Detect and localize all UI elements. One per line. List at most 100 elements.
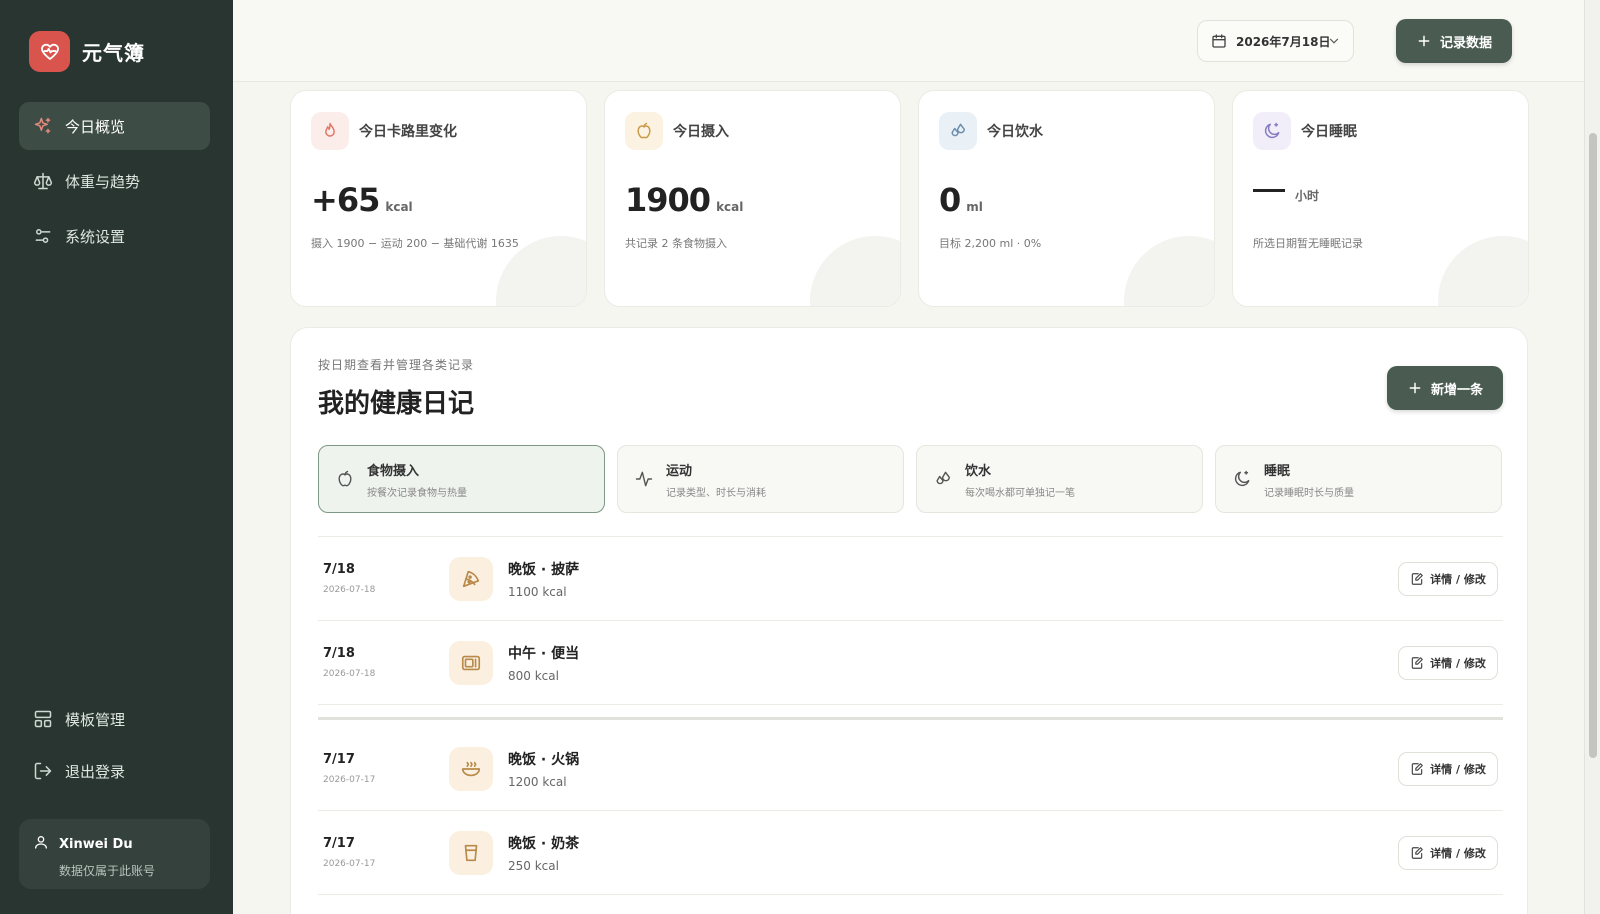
edit-label: 详情 / 修改 bbox=[1430, 657, 1486, 670]
record-data-button[interactable]: 记录数据 bbox=[1396, 19, 1512, 63]
scrollbar-thumb[interactable] bbox=[1589, 133, 1597, 758]
card-decoration bbox=[1124, 236, 1214, 306]
stat-unit: ml bbox=[966, 200, 983, 214]
stat-value: 0 bbox=[939, 181, 961, 219]
nav-item-templates[interactable]: 模板管理 bbox=[19, 695, 210, 743]
edit-entry-button[interactable]: 详情 / 修改 bbox=[1398, 752, 1498, 786]
panel-title: 我的健康日记 bbox=[318, 389, 475, 419]
bento-icon bbox=[449, 641, 493, 685]
entry-kcal: 800 kcal bbox=[508, 669, 559, 683]
user-name: Xinwei Du bbox=[59, 836, 133, 852]
sliders-icon bbox=[33, 226, 53, 246]
nav-item-weight[interactable]: 体重与趋势 bbox=[19, 157, 210, 205]
tab-description: 按餐次记录食物与热量 bbox=[367, 487, 467, 499]
secondary-nav: 模板管理 退出登录 bbox=[19, 695, 210, 799]
table-row: 7/17 2026-07-17 晚饭 · 火锅 1200 kcal 详情 / 修… bbox=[318, 727, 1503, 811]
droplets-icon bbox=[933, 469, 955, 489]
add-entry-label: 新增一条 bbox=[1430, 382, 1483, 398]
edit-label: 详情 / 修改 bbox=[1430, 847, 1486, 860]
brand-name: 元气簿 bbox=[82, 41, 145, 65]
edit-entry-button[interactable]: 详情 / 修改 bbox=[1398, 562, 1498, 596]
edit-icon bbox=[1410, 572, 1424, 586]
main-nav: 今日概览 体重与趋势 系统设置 bbox=[19, 102, 210, 267]
nav-label: 系统设置 bbox=[65, 227, 126, 246]
entry-full-date: 2026-07-17 bbox=[323, 775, 376, 785]
edit-icon bbox=[1410, 762, 1424, 776]
entry-title: 中午 · 便当 bbox=[508, 646, 580, 662]
entry-kcal: 250 kcal bbox=[508, 859, 559, 873]
nav-label: 体重与趋势 bbox=[65, 172, 141, 191]
tab-name: 睡眠 bbox=[1264, 463, 1291, 479]
day-separator bbox=[318, 717, 1503, 720]
card-decoration bbox=[810, 236, 900, 306]
entry-date: 7/18 bbox=[323, 562, 355, 577]
panel-subtitle: 按日期查看并管理各类记录 bbox=[318, 358, 475, 372]
user-note: 数据仅属于此账号 bbox=[59, 864, 156, 878]
health-diary-panel: 按日期查看并管理各类记录 我的健康日记 新增一条 食物摄入 按餐次记录食物与热量… bbox=[290, 327, 1528, 914]
brand[interactable]: 元气簿 bbox=[29, 31, 145, 72]
nav-item-logout[interactable]: 退出登录 bbox=[19, 747, 210, 795]
stat-subtitle: 所选日期暂无睡眠记录 bbox=[1253, 237, 1363, 250]
scrollbar[interactable] bbox=[1584, 0, 1600, 914]
edit-entry-button[interactable]: 详情 / 修改 bbox=[1398, 836, 1498, 870]
edit-label: 详情 / 修改 bbox=[1430, 763, 1486, 776]
edit-icon bbox=[1410, 846, 1424, 860]
hotpot-icon bbox=[449, 747, 493, 791]
tab-name: 运动 bbox=[666, 463, 693, 479]
stat-card-sleep: 今日睡眠 小时 所选日期暂无睡眠记录 bbox=[1232, 90, 1529, 307]
stat-unit: kcal bbox=[385, 200, 413, 214]
stat-subtitle: 共记录 2 条食物摄入 bbox=[625, 237, 727, 250]
stat-subtitle: 摄入 1900 − 运动 200 − 基础代谢 1635 bbox=[311, 237, 519, 250]
entry-kcal: 1200 kcal bbox=[508, 775, 567, 789]
activity-icon bbox=[634, 469, 656, 489]
tab-sleep[interactable]: 睡眠 记录睡眠时长与质量 bbox=[1215, 445, 1502, 513]
stat-title: 今日睡眠 bbox=[1301, 124, 1357, 140]
stat-unit: 小时 bbox=[1295, 189, 1320, 203]
edit-label: 详情 / 修改 bbox=[1430, 573, 1486, 586]
stat-unit: kcal bbox=[716, 200, 744, 214]
apple-icon bbox=[625, 112, 663, 150]
moon-icon bbox=[1232, 469, 1254, 489]
entry-full-date: 2026-07-18 bbox=[323, 669, 376, 679]
entry-date: 7/18 bbox=[323, 646, 355, 661]
tab-food[interactable]: 食物摄入 按餐次记录食物与热量 bbox=[318, 445, 605, 513]
chevron-down-icon bbox=[1327, 34, 1341, 48]
user-card[interactable]: Xinwei Du 数据仅属于此账号 bbox=[19, 819, 210, 889]
nav-item-overview[interactable]: 今日概览 bbox=[19, 102, 210, 150]
nav-label: 退出登录 bbox=[65, 762, 126, 781]
stat-title: 今日摄入 bbox=[673, 124, 729, 140]
table-row: 7/18 2026-07-18 晚饭 · 披萨 1100 kcal 详情 / 修… bbox=[318, 537, 1503, 621]
flame-icon bbox=[311, 112, 349, 150]
logout-icon bbox=[33, 761, 53, 781]
stat-card-calorie: 今日卡路里变化 +65 kcal 摄入 1900 − 运动 200 − 基础代谢… bbox=[290, 90, 587, 307]
stat-subtitle: 目标 2,200 ml · 0% bbox=[939, 237, 1042, 250]
calendar-icon bbox=[1211, 33, 1227, 49]
card-decoration bbox=[1438, 236, 1528, 306]
entry-full-date: 2026-07-17 bbox=[323, 859, 376, 869]
stat-card-intake: 今日摄入 1900 kcal 共记录 2 条食物摄入 bbox=[604, 90, 901, 307]
plus-icon bbox=[1407, 380, 1423, 396]
tab-water[interactable]: 饮水 每次喝水都可单独记一笔 bbox=[916, 445, 1203, 513]
plus-icon bbox=[1416, 33, 1432, 49]
droplets-icon bbox=[939, 112, 977, 150]
layout-icon bbox=[33, 709, 53, 729]
nav-label: 今日概览 bbox=[65, 117, 126, 136]
record-data-label: 记录数据 bbox=[1439, 35, 1492, 51]
tab-exercise[interactable]: 运动 记录类型、时长与消耗 bbox=[617, 445, 904, 513]
entry-kcal: 1100 kcal bbox=[508, 585, 567, 599]
add-entry-button[interactable]: 新增一条 bbox=[1387, 366, 1503, 410]
edit-entry-button[interactable]: 详情 / 修改 bbox=[1398, 646, 1498, 680]
date-picker[interactable]: 2026年7月18日 bbox=[1197, 20, 1354, 62]
entry-title: 晚饭 · 披萨 bbox=[508, 562, 580, 578]
entry-title: 晚饭 · 奶茶 bbox=[508, 836, 580, 852]
moon-icon bbox=[1253, 112, 1291, 150]
stat-title: 今日卡路里变化 bbox=[359, 124, 457, 140]
heart-pulse-icon bbox=[29, 31, 70, 72]
tab-description: 记录类型、时长与消耗 bbox=[666, 487, 766, 499]
nav-item-settings[interactable]: 系统设置 bbox=[19, 212, 210, 260]
entry-full-date: 2026-07-18 bbox=[323, 585, 376, 595]
entry-date: 7/17 bbox=[323, 752, 355, 767]
table-row: 7/17 2026-07-17 晚饭 · 奶茶 250 kcal 详情 / 修改 bbox=[318, 811, 1503, 895]
tab-name: 食物摄入 bbox=[367, 463, 420, 479]
cup-icon bbox=[449, 831, 493, 875]
